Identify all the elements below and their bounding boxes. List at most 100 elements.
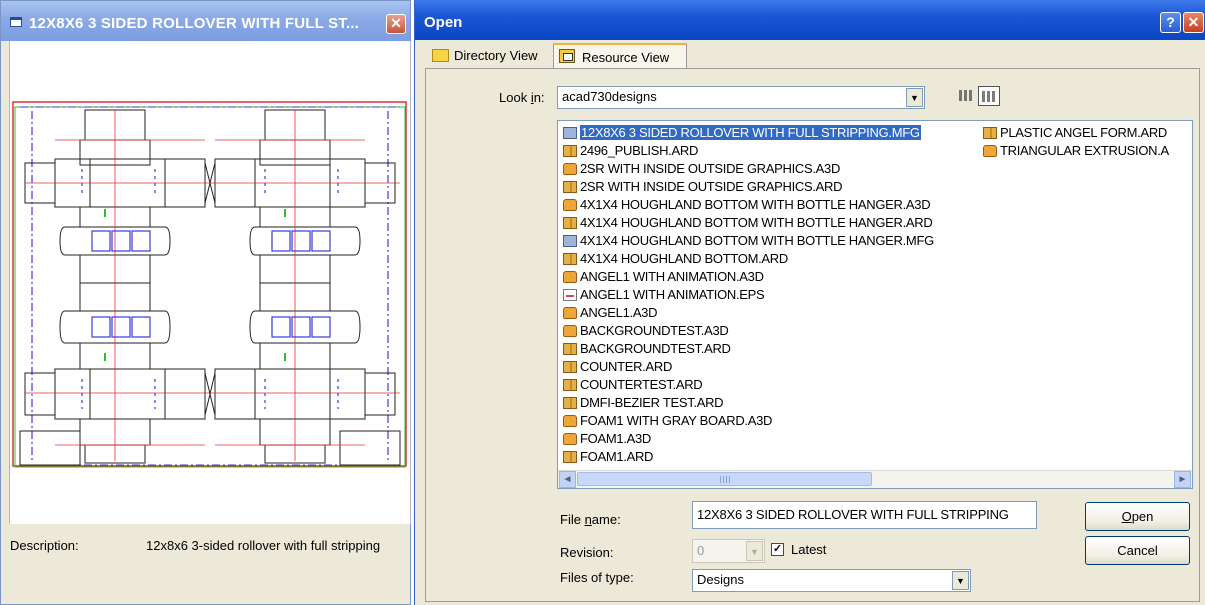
ard-file-icon — [563, 361, 577, 373]
list-item[interactable]: 4X1X4 HOUGHLAND BOTTOM WITH BOTTLE HANGE… — [561, 214, 934, 232]
scroll-left-button[interactable]: ◄ — [559, 471, 576, 488]
look-in-value: acad730designs — [562, 89, 657, 104]
description-label: Description: — [10, 538, 79, 553]
file-name-text: ANGEL1 WITH ANIMATION.A3D — [580, 269, 764, 284]
a3d-file-icon — [563, 271, 577, 283]
list-item[interactable]: DMFI-BEZIER TEST.ARD — [561, 394, 934, 412]
a3d-file-icon — [983, 145, 997, 157]
file-name-text: BACKGROUNDTEST.ARD — [580, 341, 731, 356]
list-item[interactable]: TRIANGULAR EXTRUSION.A — [981, 142, 1169, 160]
ard-file-icon — [563, 145, 577, 157]
list-item[interactable]: 2SR WITH INSIDE OUTSIDE GRAPHICS.ARD — [561, 178, 934, 196]
file-name-text: 2SR WITH INSIDE OUTSIDE GRAPHICS.A3D — [580, 161, 841, 176]
file-list-column-2: PLASTIC ANGEL FORM.ARD TRIANGULAR EXTRUSI… — [981, 124, 1169, 160]
list-item[interactable]: BACKGROUNDTEST.A3D — [561, 322, 934, 340]
preview-title-bar[interactable]: 12X8X6 3 SIDED ROLLOVER WITH FULL ST... … — [1, 1, 410, 41]
scroll-thumb[interactable] — [577, 472, 872, 486]
resource-icon — [559, 49, 575, 63]
preview-window: 12X8X6 3 SIDED ROLLOVER WITH FULL ST... … — [0, 0, 411, 605]
mfg-file-icon — [563, 127, 577, 139]
ard-file-icon — [563, 379, 577, 391]
latest-checkbox[interactable]: ✓ — [771, 543, 784, 556]
list-item[interactable]: 4X1X4 HOUGHLAND BOTTOM WITH BOTTLE HANGE… — [561, 196, 934, 214]
chevron-down-icon: ▼ — [746, 541, 763, 561]
a3d-file-icon — [563, 415, 577, 427]
open-dialog-title: Open — [424, 14, 463, 31]
list-item[interactable]: FOAM1 WITH GRAY BOARD.A3D — [561, 412, 934, 430]
list-item[interactable]: FOAM1.ARD — [561, 448, 934, 466]
list-item[interactable]: FOAM1.A3D — [561, 430, 934, 448]
revision-label: Revision: — [560, 545, 614, 560]
scroll-right-button[interactable]: ► — [1174, 471, 1191, 488]
file-name-text: COUNTER.ARD — [580, 359, 673, 374]
file-name-value: 12X8X6 3 SIDED ROLLOVER WITH FULL STRIPP… — [697, 507, 1009, 522]
preview-window-title: 12X8X6 3 SIDED ROLLOVER WITH FULL ST... — [29, 15, 360, 32]
list-item[interactable]: PLASTIC ANGEL FORM.ARD — [981, 124, 1169, 142]
list-view-icon — [959, 90, 973, 101]
scroll-grip-icon — [720, 476, 730, 483]
files-of-type-dropdown[interactable]: Designs ▼ — [692, 569, 971, 592]
file-name-input[interactable]: 12X8X6 3 SIDED ROLLOVER WITH FULL STRIPP… — [692, 501, 1037, 529]
file-name-text: PLASTIC ANGEL FORM.ARD — [1000, 125, 1168, 140]
description-value: 12x8x6 3-sided rollover with full stripp… — [146, 538, 381, 553]
details-view-button[interactable] — [978, 86, 1000, 106]
file-name-text: 4X1X4 HOUGHLAND BOTTOM WITH BOTTLE HANGE… — [580, 233, 934, 248]
list-item[interactable]: COUNTER.ARD — [561, 358, 934, 376]
eps-file-icon — [563, 289, 577, 301]
file-name-text: ANGEL1.A3D — [580, 305, 658, 320]
file-name-text: 4X1X4 HOUGHLAND BOTTOM WITH BOTTLE HANGE… — [580, 215, 933, 230]
file-name-text: COUNTERTEST.ARD — [580, 377, 703, 392]
list-item[interactable]: ANGEL1 WITH ANIMATION.EPS — [561, 286, 934, 304]
list-item[interactable]: 2496_PUBLISH.ARD — [561, 142, 934, 160]
cancel-button[interactable]: Cancel — [1085, 536, 1190, 565]
files-of-type-label: Files of type: — [560, 570, 634, 585]
file-name-text: FOAM1 WITH GRAY BOARD.A3D — [580, 413, 773, 428]
list-item[interactable]: 2SR WITH INSIDE OUTSIDE GRAPHICS.A3D — [561, 160, 934, 178]
list-item[interactable]: BACKGROUNDTEST.ARD — [561, 340, 934, 358]
ard-file-icon — [983, 127, 997, 139]
list-item[interactable]: COUNTERTEST.ARD — [561, 376, 934, 394]
file-name-text: 2496_PUBLISH.ARD — [580, 143, 699, 158]
file-list[interactable]: 12X8X6 3 SIDED ROLLOVER WITH FULL STRIPP… — [557, 120, 1193, 489]
chevron-down-icon[interactable]: ▼ — [906, 88, 923, 107]
tab-resource-view-label: Resource View — [582, 50, 670, 65]
a3d-file-icon — [563, 325, 577, 337]
ard-file-icon — [563, 217, 577, 229]
file-name-text: 4X1X4 HOUGHLAND BOTTOM WITH BOTTLE HANGE… — [580, 197, 931, 212]
ard-file-icon — [563, 343, 577, 355]
a3d-file-icon — [563, 199, 577, 211]
list-item[interactable]: 4X1X4 HOUGHLAND BOTTOM WITH BOTTLE HANGE… — [561, 232, 934, 250]
ard-file-icon — [563, 253, 577, 265]
a3d-file-icon — [563, 307, 577, 319]
open-dialog: Open ? ✕ Directory View Resource View Lo… — [414, 0, 1205, 605]
list-item[interactable]: ANGEL1 WITH ANIMATION.A3D — [561, 268, 934, 286]
tab-directory-view[interactable]: Directory View — [428, 43, 564, 68]
open-button[interactable]: Open — [1085, 502, 1190, 531]
ard-file-icon — [563, 451, 577, 463]
latest-label[interactable]: Latest — [791, 542, 826, 557]
list-item[interactable]: 12X8X6 3 SIDED ROLLOVER WITH FULL STRIPP… — [561, 124, 934, 142]
list-view-button[interactable] — [956, 86, 978, 106]
preview-close-button[interactable]: ✕ — [386, 14, 406, 34]
horizontal-scrollbar[interactable]: ◄ ► — [558, 470, 1192, 488]
close-button[interactable]: ✕ — [1183, 12, 1204, 33]
mfg-file-icon — [563, 235, 577, 247]
file-name-text: ANGEL1 WITH ANIMATION.EPS — [580, 287, 765, 302]
file-name-text: 12X8X6 3 SIDED ROLLOVER WITH FULL STRIPP… — [580, 125, 921, 140]
ard-file-icon — [563, 397, 577, 409]
a3d-file-icon — [563, 433, 577, 445]
file-name-label: File name: — [560, 512, 621, 527]
file-name-text: BACKGROUNDTEST.A3D — [580, 323, 729, 338]
chevron-down-icon[interactable]: ▼ — [952, 571, 969, 590]
details-view-icon — [982, 91, 996, 102]
file-name-text: DMFI-BEZIER TEST.ARD — [580, 395, 724, 410]
list-item[interactable]: ANGEL1.A3D — [561, 304, 934, 322]
look-in-dropdown[interactable]: acad730designs ▼ — [557, 86, 925, 109]
open-dialog-title-bar[interactable]: Open ? ✕ — [415, 0, 1205, 40]
tab-resource-view[interactable]: Resource View — [553, 43, 687, 68]
file-name-text: FOAM1.A3D — [580, 431, 651, 446]
help-button[interactable]: ? — [1160, 12, 1181, 33]
list-item[interactable]: 4X1X4 HOUGHLAND BOTTOM.ARD — [561, 250, 934, 268]
ard-file-icon — [563, 181, 577, 193]
revision-dropdown: 0 ▼ — [692, 539, 765, 563]
